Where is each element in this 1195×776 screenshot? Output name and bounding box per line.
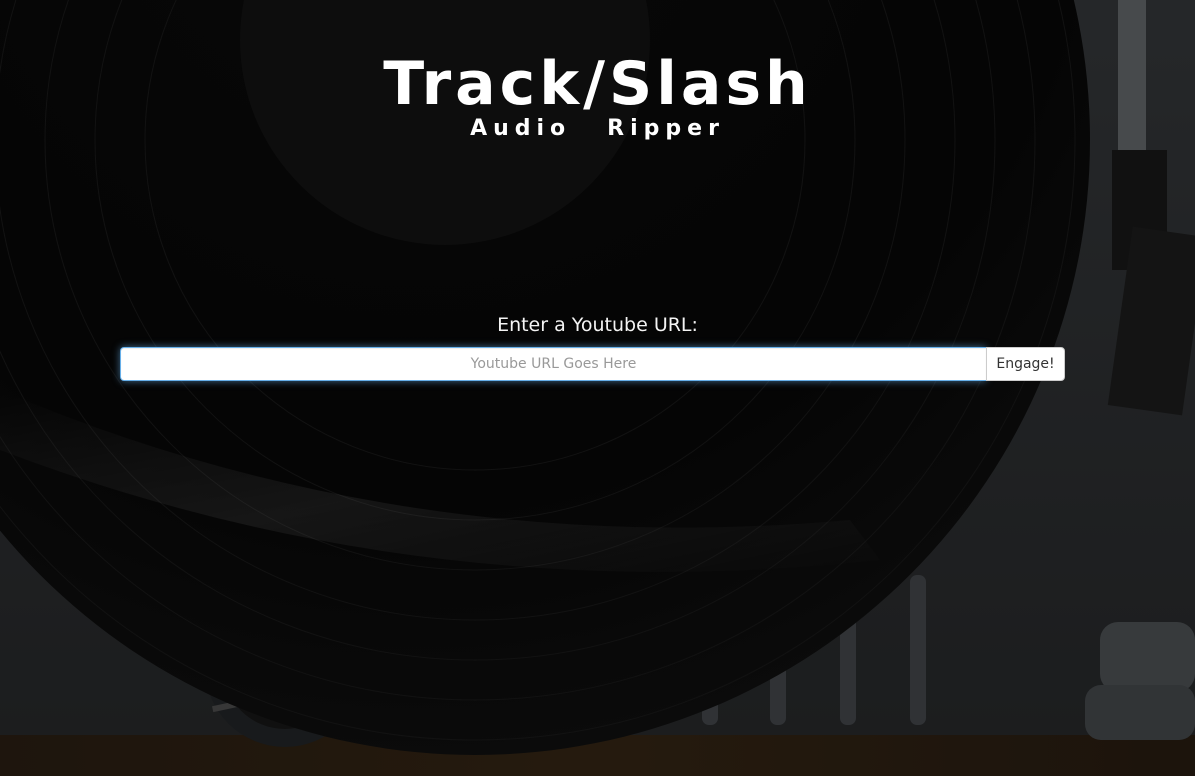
- url-input-group: Engage!: [120, 347, 1065, 381]
- header: Track/Slash Audio Ripper: [0, 48, 1195, 144]
- site-title: Track/Slash: [383, 49, 812, 119]
- youtube-url-input[interactable]: [120, 347, 986, 381]
- subtitle-word-ripper: Ripper: [607, 116, 725, 141]
- engage-button[interactable]: Engage!: [986, 347, 1065, 381]
- subtitle-word-audio: Audio: [470, 116, 572, 141]
- site-subtitle: Audio Ripper: [0, 114, 1195, 144]
- page: Track/Slash Audio Ripper Enter a Youtube …: [0, 0, 1195, 776]
- url-input-label: Enter a Youtube URL:: [497, 314, 698, 336]
